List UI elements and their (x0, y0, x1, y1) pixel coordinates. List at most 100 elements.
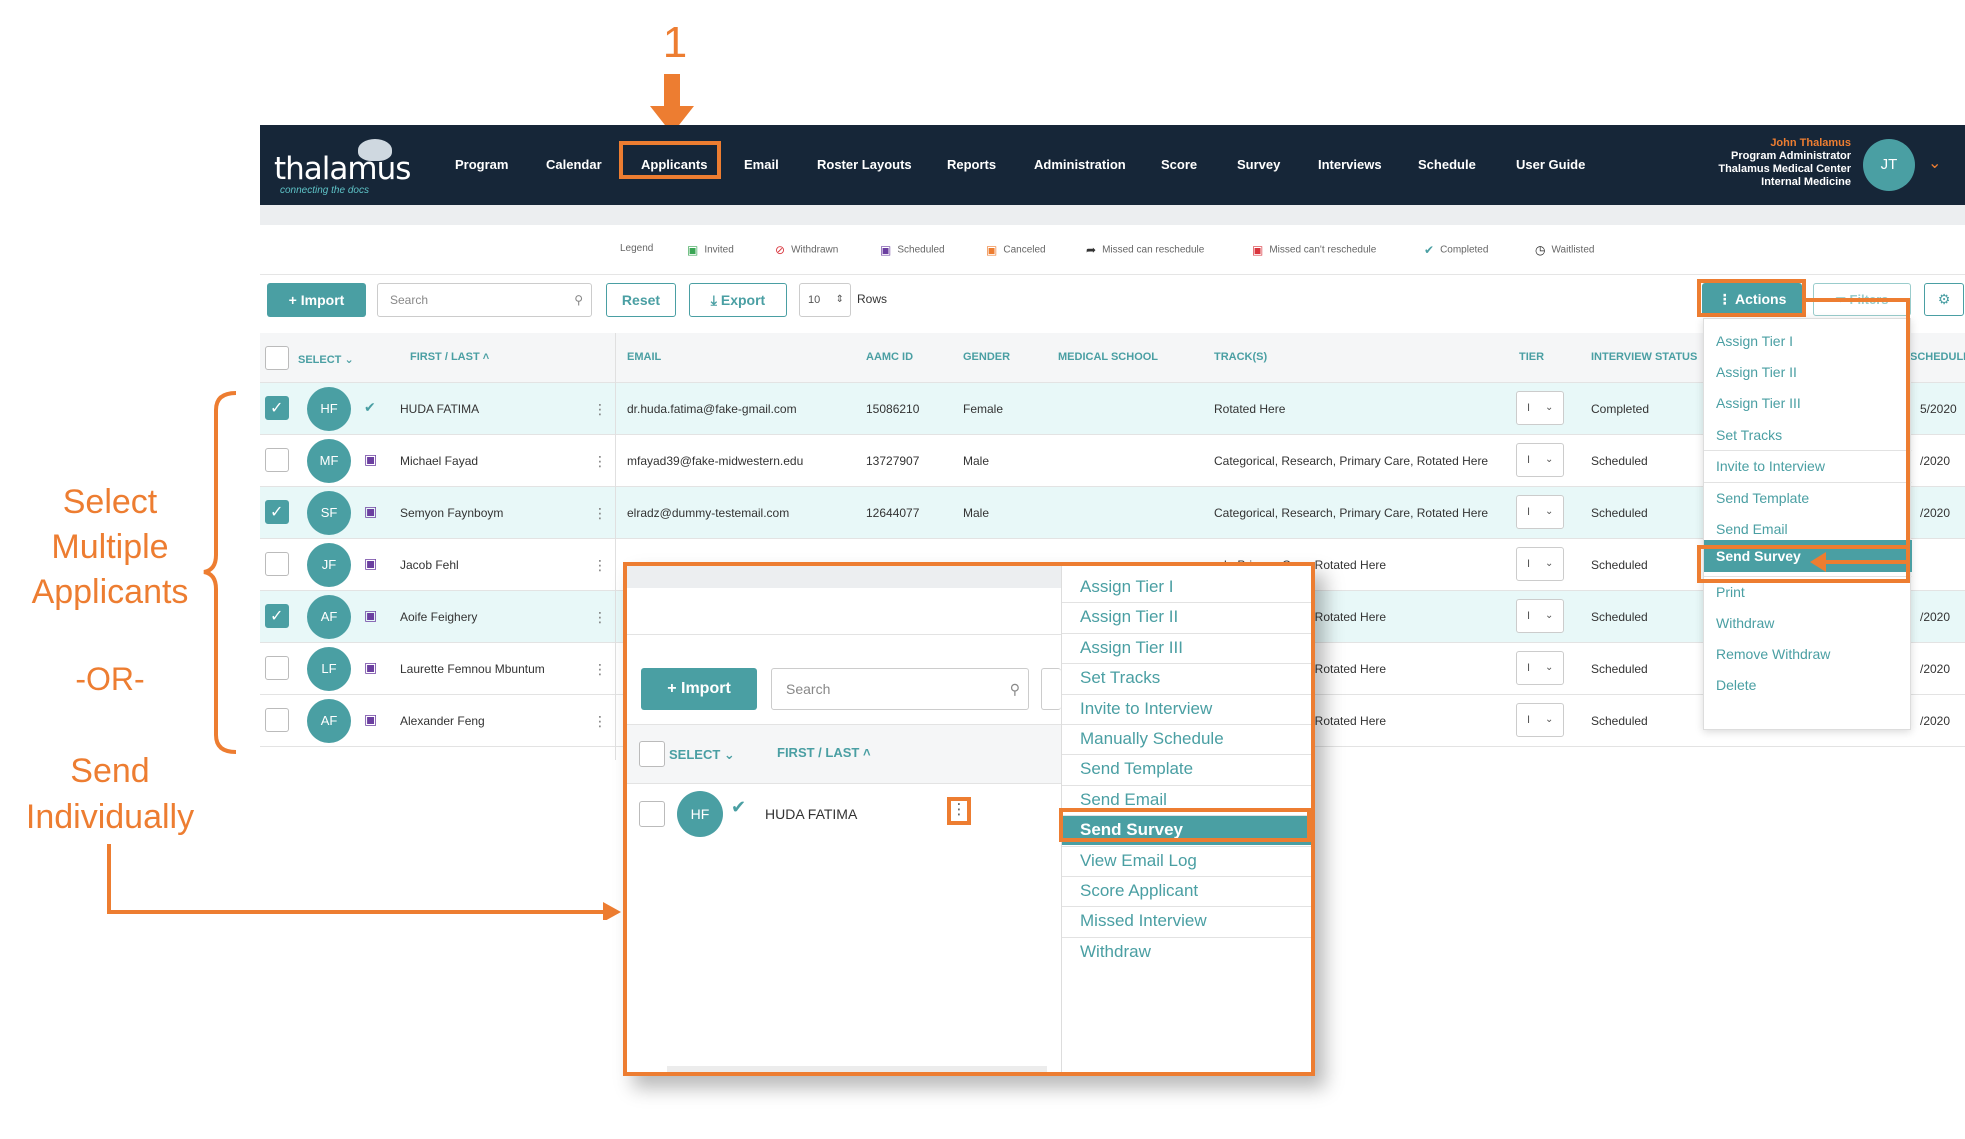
nav-survey[interactable]: Survey (1237, 125, 1280, 205)
actions-item-withdraw[interactable]: Withdraw (1704, 611, 1912, 635)
rows-stepper[interactable]: 10 ⇕ (799, 283, 851, 317)
nav-interviews[interactable]: Interviews (1318, 125, 1382, 205)
inset-row-checkbox[interactable] (639, 801, 665, 827)
user-name: John Thalamus (1770, 137, 1851, 149)
applicant-name[interactable]: Laurette Femnou Mbuntum (400, 643, 600, 695)
header-aamc[interactable]: AAMC ID (866, 351, 913, 363)
header-gender[interactable]: GENDER (963, 351, 1010, 363)
inset-menu-item-send-template[interactable]: Send Template (1062, 754, 1311, 784)
actions-connector-arrow (1805, 298, 1910, 572)
inset-menu-item-invite-to-interview[interactable]: Invite to Interview (1062, 694, 1311, 724)
reset-button[interactable]: Reset (606, 283, 676, 317)
applicant-name[interactable]: Aoife Feighery (400, 591, 600, 643)
applicant-name[interactable]: Michael Fayad (400, 435, 600, 487)
row-checkbox[interactable] (265, 552, 289, 576)
header-tracks[interactable]: TRACK(S) (1214, 351, 1267, 363)
inset-row-kebab[interactable]: ⋮ (947, 797, 971, 825)
applicant-tracks: Categorical, Research, Primary Care, Rot… (1214, 506, 1489, 520)
header-school[interactable]: MEDICAL SCHOOL (1058, 351, 1158, 363)
tier-select[interactable]: I ⌄ (1516, 703, 1564, 737)
select-all-checkbox[interactable] (265, 346, 289, 370)
inset-menu-item-missed-interview[interactable]: Missed Interview (1062, 906, 1311, 936)
row-checkbox[interactable] (265, 604, 289, 628)
legend-scheduled: ▣ Scheduled (880, 243, 945, 257)
inset-menu-item-view-email-log[interactable]: View Email Log (1062, 846, 1311, 876)
row-kebab-icon[interactable]: ⋮ (593, 643, 607, 695)
applicant-name[interactable]: HUDA FATIMA (400, 383, 600, 435)
tier-select[interactable]: I ⌄ (1516, 495, 1564, 529)
row-checkbox[interactable] (265, 448, 289, 472)
nav-roster-layouts[interactable]: Roster Layouts (817, 125, 912, 205)
inset-header-select[interactable]: SELECT ⌄ (669, 747, 735, 763)
inset-name-header: FIRST / LAST (777, 745, 860, 760)
send-individually-line-2: Individually (25, 798, 195, 836)
inset-menu-item-assign-tier-iii[interactable]: Assign Tier III (1062, 633, 1311, 663)
actions-item-remove-withdraw[interactable]: Remove Withdraw (1704, 642, 1912, 666)
inset-reset-edge[interactable] (1041, 668, 1061, 710)
applicant-name[interactable]: Jacob Fehl (400, 539, 600, 591)
thalamus-logo[interactable]: thalamus connecting the docs (274, 135, 414, 196)
inset-search-placeholder: Search (786, 681, 831, 697)
nav-email[interactable]: Email (744, 125, 779, 205)
inset-search-input[interactable]: Search ⚲ (771, 668, 1029, 710)
tier-value: I (1527, 402, 1531, 414)
check-icon: ✔ (364, 399, 376, 415)
nav-calendar[interactable]: Calendar (546, 125, 602, 205)
tier-select[interactable]: I ⌄ (1516, 547, 1564, 581)
inset-menu-item-assign-tier-i[interactable]: Assign Tier I (1062, 572, 1311, 602)
inset-menu-item-assign-tier-ii[interactable]: Assign Tier II (1062, 602, 1311, 632)
actions-item-print[interactable]: Print (1704, 580, 1912, 604)
row-checkbox[interactable] (265, 396, 289, 420)
header-interview-status[interactable]: INTERVIEW STATUS (1591, 351, 1704, 363)
applicant-email: dr.huda.fatima@fake-gmail.com (627, 402, 797, 416)
inset-menu-item-manually-schedule[interactable]: Manually Schedule (1062, 724, 1311, 754)
tier-select[interactable]: I ⌄ (1516, 391, 1564, 425)
row-kebab-icon[interactable]: ⋮ (593, 695, 607, 747)
highlight-actions (1697, 279, 1806, 317)
row-kebab-icon[interactable]: ⋮ (593, 591, 607, 643)
header-email[interactable]: EMAIL (627, 351, 661, 363)
applicant-name[interactable]: Semyon Faynboym (400, 487, 600, 539)
header-name[interactable]: FIRST / LAST ˄ (410, 351, 489, 363)
nav-user-guide[interactable]: User Guide (1516, 125, 1585, 205)
send-individually-line-1: Send (70, 752, 150, 790)
inset-menu-item-withdraw[interactable]: Withdraw (1062, 937, 1311, 967)
search-input[interactable]: Search ⚲ (377, 283, 592, 317)
inset-import-button[interactable]: + Import (641, 668, 757, 710)
calendar-check-icon: ▣ (880, 243, 892, 257)
chevron-down-icon[interactable]: ⌄ (1928, 153, 1941, 173)
header-tier[interactable]: TIER (1519, 351, 1544, 363)
tier-select[interactable]: I ⌄ (1516, 651, 1564, 685)
inset-menu-item-set-tracks[interactable]: Set Tracks (1062, 663, 1311, 693)
nav-score[interactable]: Score (1161, 125, 1197, 205)
row-checkbox[interactable] (265, 500, 289, 524)
row-kebab-icon[interactable]: ⋮ (593, 435, 607, 487)
applicant-gender: Male (963, 454, 990, 468)
nav-administration[interactable]: Administration (1034, 125, 1126, 205)
nav-reports[interactable]: Reports (947, 125, 996, 205)
row-checkbox[interactable] (265, 708, 289, 732)
row-kebab-icon[interactable]: ⋮ (593, 487, 607, 539)
import-button[interactable]: + Import (267, 283, 366, 317)
row-kebab-icon[interactable]: ⋮ (593, 539, 607, 591)
inset-menu-item-score-applicant[interactable]: Score Applicant (1062, 876, 1311, 906)
inset-select-all-checkbox[interactable] (639, 741, 665, 767)
tier-select[interactable]: I ⌄ (1516, 599, 1564, 633)
legend-invited-label: Invited (704, 244, 734, 256)
export-button[interactable]: ⤓ Export (689, 283, 787, 317)
user-avatar[interactable]: JT (1863, 139, 1915, 191)
inset-header-name[interactable]: FIRST / LAST ˄ (777, 745, 871, 760)
nav-program[interactable]: Program (455, 125, 508, 205)
actions-item-delete[interactable]: Delete (1704, 673, 1912, 697)
inset-zoom-panel: + Import Search ⚲ SELECT ⌄ FIRST / LAST ˄… (623, 562, 1315, 1076)
row-kebab-icon[interactable]: ⋮ (593, 383, 607, 435)
legend-missed-cant-label: Missed can't reschedule (1269, 244, 1377, 256)
row-checkbox[interactable] (265, 656, 289, 680)
nav-schedule[interactable]: Schedule (1418, 125, 1476, 205)
inset-row[interactable]: HF ✔ HUDA FATIMA ⋮ (627, 785, 1061, 845)
header-select[interactable]: SELECT ⌄ (298, 353, 354, 366)
tier-select[interactable]: I ⌄ (1516, 443, 1564, 477)
applicant-name[interactable]: Alexander Feng (400, 695, 600, 747)
legend-canceled: ▣ Canceled (986, 243, 1046, 257)
menu-divider (1062, 754, 1311, 756)
